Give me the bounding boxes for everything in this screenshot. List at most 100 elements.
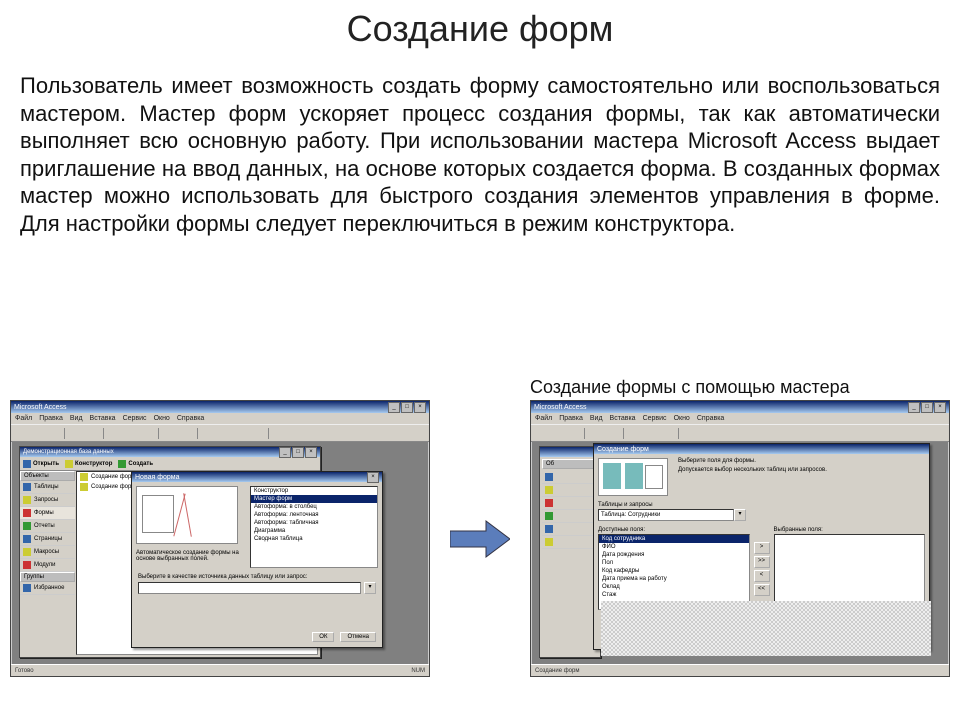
open-button[interactable]: Открыть [23, 460, 59, 468]
menu-insert[interactable]: Вставка [610, 415, 636, 422]
cancel-button[interactable]: Отмена [340, 632, 376, 642]
window-buttons[interactable]: _□× [908, 402, 946, 413]
tool-btn[interactable] [218, 427, 232, 440]
menu-edit[interactable]: Правка [559, 415, 583, 422]
tool-btn[interactable] [605, 427, 619, 440]
tool-btn[interactable] [202, 427, 216, 440]
sidebar-queries[interactable]: Запросы [20, 494, 75, 507]
tool-btn[interactable] [124, 427, 138, 440]
menu-help[interactable]: Справка [697, 415, 724, 422]
sidebar-favorites[interactable]: Избранное [20, 582, 75, 595]
tool-btn[interactable] [179, 427, 193, 440]
option-autocol[interactable]: Автоформа: в столбец [251, 503, 377, 511]
design-button[interactable]: Конструктор [65, 460, 112, 468]
tool-btn[interactable] [683, 427, 697, 440]
menu-window[interactable]: Окно [674, 415, 690, 422]
menubar[interactable]: Файл Правка Вид Вставка Сервис Окно Спра… [531, 413, 949, 424]
tool-btn[interactable] [273, 427, 287, 440]
chevron-down-icon[interactable]: ▾ [364, 582, 376, 594]
wizard-prompt2: Допускается выбор нескольких таблиц или … [678, 467, 827, 473]
field-item[interactable]: Код сотрудника [599, 535, 749, 543]
tool-btn[interactable] [289, 427, 303, 440]
tool-btn[interactable] [566, 427, 580, 440]
toolbar [531, 424, 949, 442]
tool-btn[interactable] [534, 427, 548, 440]
remove-one-button[interactable]: < [754, 570, 770, 582]
new-form-dialog: Новая форма × Автоматическое создание фо… [131, 471, 383, 648]
selected-label: Выбранные поля: [774, 527, 926, 533]
tool-btn[interactable] [69, 427, 83, 440]
ok-button[interactable]: ОК [312, 632, 334, 642]
field-item[interactable]: Оклад [599, 583, 749, 591]
menu-view[interactable]: Вид [590, 415, 603, 422]
remove-all-button[interactable]: << [754, 584, 770, 596]
close-button[interactable]: × [367, 472, 379, 483]
option-pivot[interactable]: Сводная таблица [251, 535, 377, 543]
database-window-back: Об [539, 446, 601, 658]
menu-view[interactable]: Вид [70, 415, 83, 422]
add-one-button[interactable]: > [754, 542, 770, 554]
field-item[interactable]: Код кафедры [599, 567, 749, 575]
tool-btn[interactable] [163, 427, 177, 440]
menu-window[interactable]: Окно [154, 415, 170, 422]
dlg-titlebar: Новая форма × [132, 472, 382, 482]
option-constructor[interactable]: Конструктор [251, 487, 377, 495]
tool-btn[interactable] [550, 427, 564, 440]
sidebar-modules[interactable]: Модули [20, 559, 75, 572]
form-type-list[interactable]: Конструктор Мастер форм Автоформа: в сто… [250, 486, 378, 568]
wizard-illustration-icon [136, 486, 238, 544]
tool-btn[interactable] [234, 427, 248, 440]
tool-btn[interactable] [140, 427, 154, 440]
source-combo[interactable] [138, 582, 361, 594]
tool-btn[interactable] [644, 427, 658, 440]
menu-edit[interactable]: Правка [39, 415, 63, 422]
app-title: Microsoft Access [14, 404, 67, 411]
tool-btn[interactable] [46, 427, 60, 440]
tool-btn[interactable] [85, 427, 99, 440]
sidebar-macros[interactable]: Макросы [20, 546, 75, 559]
table-combo[interactable]: Таблица: Сотрудники [598, 509, 734, 521]
add-all-button[interactable]: >> [754, 556, 770, 568]
field-item[interactable]: Стаж [599, 591, 749, 599]
mover-buttons: > >> < << [754, 542, 770, 596]
tool-btn[interactable] [30, 427, 44, 440]
menu-file[interactable]: Файл [15, 415, 32, 422]
field-item[interactable]: Пол [599, 559, 749, 567]
chevron-down-icon[interactable]: ▾ [734, 509, 746, 521]
tool-btn[interactable] [108, 427, 122, 440]
access-window-1: Microsoft Access _□× Файл Правка Вид Вст… [10, 400, 430, 677]
tool-btn[interactable] [589, 427, 603, 440]
tool-btn[interactable] [250, 427, 264, 440]
selected-fields-list[interactable] [774, 534, 926, 610]
window-buttons[interactable]: _□× [388, 402, 426, 413]
option-chart[interactable]: Диаграмма [251, 527, 377, 535]
window-buttons[interactable]: _□× [279, 447, 317, 458]
tool-btn[interactable] [628, 427, 642, 440]
tool-btn[interactable] [715, 427, 729, 440]
field-item[interactable]: ФИО [599, 543, 749, 551]
new-button[interactable]: Создать [118, 460, 153, 468]
option-autotab[interactable]: Автоформа: табличная [251, 519, 377, 527]
sidebar-tables[interactable]: Таблицы [20, 481, 75, 494]
sidebar-pages[interactable]: Страницы [20, 533, 75, 546]
objects-header: Объекты [20, 471, 75, 481]
field-item[interactable]: Дата приема на работу [599, 575, 749, 583]
option-autorib[interactable]: Автоформа: ленточная [251, 511, 377, 519]
menu-insert[interactable]: Вставка [90, 415, 116, 422]
field-item[interactable]: Дата рождения [599, 551, 749, 559]
dlg-hint: Автоматическое создание формы на основе … [136, 550, 246, 562]
option-wizard[interactable]: Мастер форм [251, 495, 377, 503]
tool-btn[interactable] [660, 427, 674, 440]
menu-file[interactable]: Файл [535, 415, 552, 422]
wizard-illustration-icon [598, 458, 668, 496]
sidebar-reports[interactable]: Отчеты [20, 520, 75, 533]
available-fields-list[interactable]: Код сотрудника ФИО Дата рождения Пол Код… [598, 534, 750, 610]
menu-tools[interactable]: Сервис [123, 415, 147, 422]
menu-tools[interactable]: Сервис [643, 415, 667, 422]
menu-help[interactable]: Справка [177, 415, 204, 422]
tool-btn[interactable] [699, 427, 713, 440]
dlg-title: Новая форма [135, 474, 179, 481]
sidebar-forms[interactable]: Формы [20, 507, 75, 520]
tool-btn[interactable] [14, 427, 28, 440]
menubar[interactable]: Файл Правка Вид Вставка Сервис Окно Спра… [11, 413, 429, 424]
